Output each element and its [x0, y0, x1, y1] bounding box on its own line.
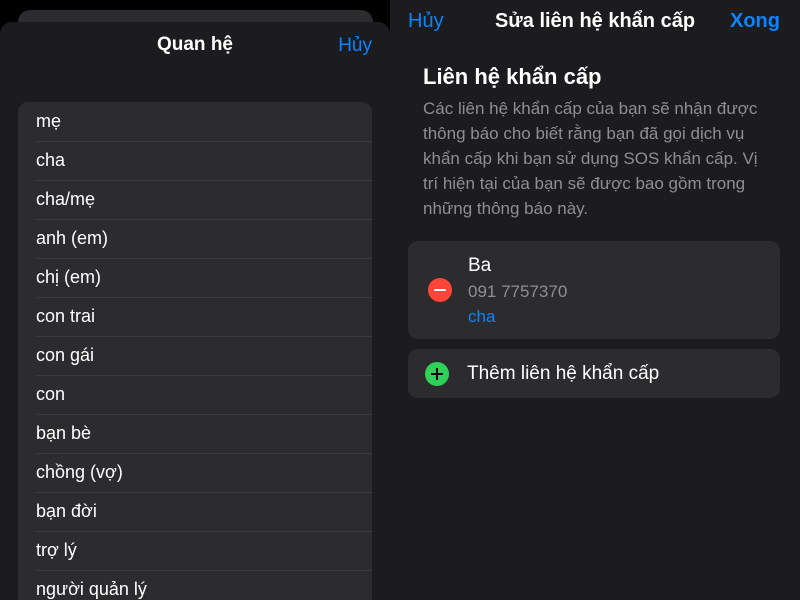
emergency-contact-editor: Hủy Sửa liên hệ khẩn cấp Xong Liên hệ kh… — [390, 0, 800, 600]
contact-phone: 091 7757370 — [468, 282, 568, 301]
relationship-item-con[interactable]: con — [18, 375, 372, 414]
section-title: Liên hệ khẩn cấp — [423, 64, 602, 89]
relationship-item-cha-me[interactable]: cha/mẹ — [18, 180, 372, 219]
contact-relationship-link[interactable]: cha — [468, 307, 495, 327]
add-contact-label: Thêm liên hệ khẩn cấp — [467, 363, 660, 384]
relationship-sheet: Quan hệ Hủy mẹ cha cha/mẹ anh (em) chị (… — [0, 22, 390, 600]
sheet-cancel-button[interactable]: Hủy — [338, 35, 372, 57]
relationship-list: mẹ cha cha/mẹ anh (em) chị (em) con trai… — [18, 102, 372, 600]
emergency-contact-card: Ba 091 7757370 cha — [408, 241, 780, 339]
done-button[interactable]: Xong — [730, 10, 780, 33]
relationship-item-nguoi-quan-ly[interactable]: người quản lý — [18, 570, 372, 600]
relationship-item-ban-be[interactable]: bạn bè — [18, 414, 372, 453]
relationship-item-ban-doi[interactable]: bạn đời — [18, 492, 372, 531]
relationship-panel: Quan hệ Hủy mẹ cha cha/mẹ anh (em) chị (… — [0, 0, 390, 600]
remove-contact-icon[interactable] — [428, 278, 452, 302]
add-emergency-contact-button[interactable]: Thêm liên hệ khẩn cấp — [408, 349, 780, 398]
relationship-item-anh-em[interactable]: anh (em) — [18, 219, 372, 258]
relationship-item-con-trai[interactable]: con trai — [18, 297, 372, 336]
section-description: Các liên hệ khẩn cấp của bạn sẽ nhận đượ… — [423, 99, 758, 218]
relationship-item-chi-em[interactable]: chị (em) — [18, 258, 372, 297]
contact-name: Ba — [468, 255, 492, 276]
relationship-item-cha[interactable]: cha — [18, 141, 372, 180]
sheet-title: Quan hệ — [156, 34, 233, 55]
relationship-item-chong-vo[interactable]: chồng (vợ) — [18, 453, 372, 492]
relationship-item-me[interactable]: mẹ — [18, 102, 372, 141]
add-icon — [425, 362, 449, 386]
relationship-item-tro-ly[interactable]: trợ lý — [18, 531, 372, 570]
relationship-item-con-gai[interactable]: con gái — [18, 336, 372, 375]
